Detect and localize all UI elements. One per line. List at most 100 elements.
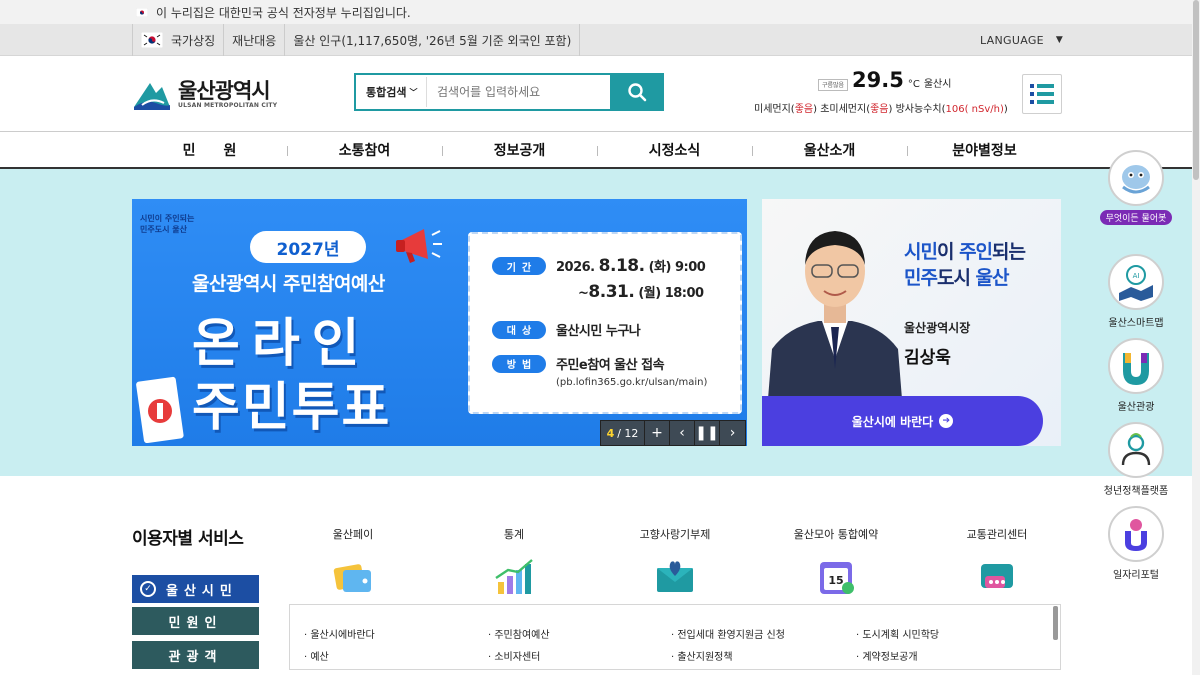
site-logo[interactable]: 울산광역시 ULSAN METROPOLITAN CITY (132, 74, 292, 114)
weather-temperature: 29.5 (852, 68, 904, 92)
link-welcome-grant[interactable]: · 전입세대 환영지원금 신청 (671, 626, 785, 641)
ballot-calendar-icon (136, 376, 184, 443)
smart-map-icon: AI (1108, 254, 1164, 310)
menu-icon (1030, 84, 1054, 104)
pm25-value: 좋음 (870, 104, 889, 115)
quick-smart-map-label: 울산스마트맵 (1108, 318, 1164, 329)
link-budget[interactable]: · 예산 (304, 648, 329, 663)
quick-chatbot-label: 무엇이든 물어봇 (1099, 210, 1173, 225)
slide-prev-button[interactable]: ‹ (670, 421, 695, 445)
link-urban-planning-school[interactable]: · 도시계획 시민학당 (856, 626, 939, 641)
logo-korean-text: 울산광역시 (178, 78, 271, 103)
link-consumer-center[interactable]: · 소비자센터 (488, 648, 540, 663)
disaster-response-link[interactable]: 재난대응 (224, 24, 286, 56)
chevron-right-icon: › (729, 425, 736, 441)
slide-next-button[interactable]: › (720, 421, 745, 445)
tab-tourist-label: 관광객 (168, 649, 223, 665)
links-scrollbar[interactable] (1053, 606, 1058, 640)
service-hometown-donation[interactable]: 고향사랑기부제 (605, 526, 745, 596)
service-ulsan-pay[interactable]: 울산페이 (283, 526, 423, 596)
calendar-day-text: 15 (828, 574, 843, 587)
nav-participation[interactable]: 소통참여 (287, 132, 442, 168)
period-end-tilde: ~ (578, 286, 589, 301)
service-traffic-center[interactable]: 교통관리센터 (927, 526, 1067, 596)
page-scrollbar[interactable] (1192, 0, 1200, 675)
quick-job-portal[interactable]: 일자리포털 (1076, 506, 1196, 581)
quick-youth-policy[interactable]: 청년정책플랫폼 (1076, 422, 1196, 497)
logo-english-text: ULSAN METROPOLITAN CITY (178, 101, 278, 109)
slide-current: 4 (606, 426, 615, 440)
link-petition[interactable]: · 울산시에바란다 (304, 626, 375, 641)
nav-city-news[interactable]: 시정소식 (597, 132, 752, 168)
service-ulsan-moa-reservation[interactable]: 울산모아 통합예약 15 (766, 526, 906, 596)
slogan-city: 도시 (936, 267, 976, 289)
slide-pause-button[interactable]: ❚❚ (695, 421, 720, 445)
method-label: 방법 (492, 354, 546, 373)
disaster-response-label: 재난대응 (232, 33, 277, 48)
all-menu-button[interactable] (1022, 74, 1062, 114)
service-statistics-label: 통계 (503, 528, 525, 541)
link-birth-support[interactable]: · 출산지원정책 (671, 648, 733, 663)
slogan-ulsan: 울산 (975, 267, 1010, 289)
quick-chatbot[interactable]: 무엇이든 물어봇 (1076, 150, 1196, 225)
tourism-icon (1108, 338, 1164, 394)
bar-chart-icon (495, 559, 533, 594)
nav-about-ulsan[interactable]: 울산소개 (752, 132, 907, 168)
population-label: 울산 인구(1,117,650명, '26년 5월 기준 외국인 포함) (293, 33, 572, 48)
population-info[interactable]: 울산 인구(1,117,650명, '26년 5월 기준 외국인 포함) (285, 24, 581, 56)
megaphone-icon (396, 229, 442, 263)
mayor-photo (768, 231, 902, 399)
link-participatory-budget[interactable]: · 주민참여예산 (488, 626, 550, 641)
period-end-row: ~8.31. (월) 18:00 (578, 282, 704, 302)
nav-information[interactable]: 정보공개 (442, 132, 597, 168)
search-button[interactable] (610, 73, 664, 111)
search-icon (628, 83, 647, 102)
tab-tourist[interactable]: 관광객 (132, 641, 259, 669)
quick-smart-map[interactable]: AI 울산스마트맵 (1076, 254, 1196, 329)
petition-label: 울산시에 바란다 (851, 414, 934, 429)
main-banner-slide[interactable]: 시민이 주인되는 민주도시 울산 2027년 울산광역시 주민참여예산 온라인 … (132, 199, 747, 446)
slide-expand-button[interactable]: + (645, 421, 670, 445)
period-start: 2026. 8.18. (화) 9:00 (556, 256, 706, 276)
search-scope-label: 통합검색 (366, 86, 407, 99)
page-scrollbar-thumb[interactable] (1193, 0, 1199, 180)
tab-petitioner[interactable]: 민원인 (132, 607, 259, 635)
link-contract-info[interactable]: · 계약정보공개 (856, 648, 918, 663)
service-hometown-donation-label: 고향사랑기부제 (639, 528, 711, 541)
nav-civil-affairs[interactable]: 민 원 (132, 132, 287, 168)
main-navigation: 민 원 소통참여 정보공개 시정소식 울산소개 분야별정보 (0, 131, 1200, 169)
service-statistics[interactable]: 통계 (444, 526, 584, 596)
language-label: LANGUAGE (980, 33, 1044, 47)
service-ulsan-moa-reservation-label: 울산모아 통합예약 (793, 528, 879, 541)
period-row: 기간 2026. 8.18. (화) 9:00 (492, 256, 706, 276)
period-start-date: 8.18. (598, 256, 645, 276)
period-label: 기간 (492, 257, 546, 275)
search-bar: 통합검색 ﹀ (354, 73, 664, 111)
banner-year: 2027년 (250, 231, 366, 263)
job-portal-icon (1108, 506, 1164, 562)
petition-button[interactable]: 울산시에 바란다 ➔ (762, 396, 1043, 446)
air-quality-info: 미세먼지(좋음) 초미세먼지(좋음) 방사능수치(106( nSv/h)) (754, 100, 1008, 115)
national-symbol-link[interactable]: 국가상징 (133, 24, 225, 56)
slide-total: / 12 (617, 426, 639, 440)
radiation-value: 106( nSv/h) (945, 104, 1004, 115)
quick-job-portal-label: 일자리포털 (1113, 570, 1159, 581)
quick-youth-policy-label: 청년정책플랫폼 (1103, 486, 1169, 497)
tab-citizen[interactable]: ✓ 울산시민 (132, 575, 259, 603)
banner-subtitle: 울산광역시 주민참여예산 (192, 273, 385, 295)
heart-envelope-icon (657, 561, 693, 592)
search-scope-select[interactable]: 통합검색 ﹀ (356, 84, 426, 100)
banner-tag-line1: 시민이 주인되는 (140, 214, 195, 223)
period-end-time: (월) 18:00 (638, 286, 704, 301)
language-selector[interactable]: LANGUAGE ▼ (980, 24, 1063, 56)
nav-field-info[interactable]: 분야별정보 (907, 132, 1062, 168)
ulsan-logo-icon (134, 83, 170, 110)
period-start-year: 2026. (556, 260, 595, 275)
method-url: (pb.lofin365.go.kr/ulsan/main) (556, 377, 708, 388)
calendar-icon: 15 (820, 562, 854, 594)
weather-unit: °C (907, 79, 920, 90)
banner-controls: 4 / 12 + ‹ ❚❚ › (600, 420, 746, 446)
pm10-label: 미세먼지( (754, 104, 795, 115)
quick-tourism[interactable]: 울산관광 (1076, 338, 1196, 413)
weather-widget: 구름많음 29.5 °C 울산시 미세먼지(좋음) 초미세먼지(좋음) 방사능수… (740, 68, 1020, 118)
